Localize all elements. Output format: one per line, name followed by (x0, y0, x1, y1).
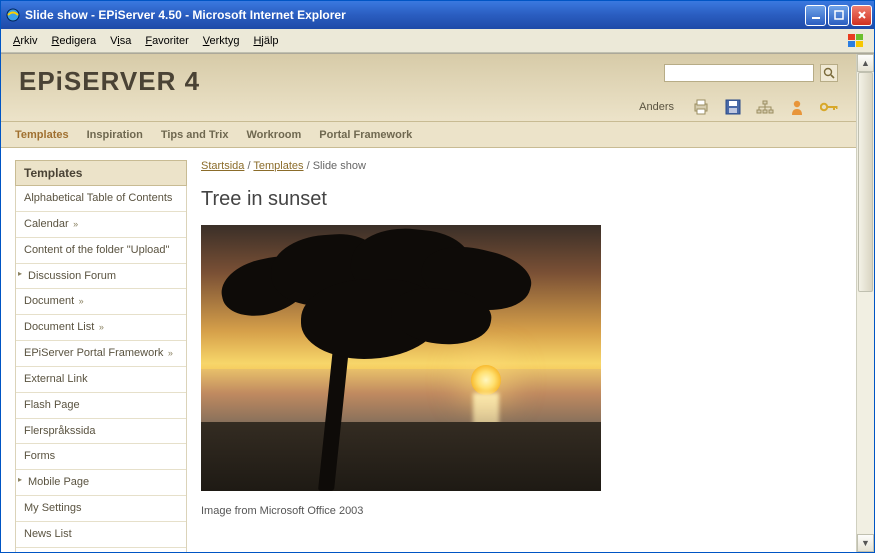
sidebar-item-label: Discussion Forum (28, 270, 116, 282)
window-titlebar: Slide show - EPiServer 4.50 - Microsoft … (1, 1, 874, 29)
viewport-wrapper: EPiSERVER 4 Anders (1, 53, 874, 552)
sidebar-item[interactable]: Mobile Page (16, 470, 186, 496)
chevron-icon: » (165, 348, 173, 358)
window-minimize-button[interactable] (805, 5, 826, 26)
nav-templates[interactable]: Templates (15, 129, 69, 141)
sidebar-item-label: Flerspråkssida (24, 425, 96, 437)
sidebar-item[interactable]: News Page (16, 548, 186, 552)
sidebar-item-label: News List (24, 528, 72, 540)
menu-arkiv[interactable]: Arkiv (7, 33, 43, 49)
content-title: Tree in sunset (201, 188, 842, 211)
sidebar-list: Alphabetical Table of Contents Calendar »… (15, 186, 187, 552)
menu-hjalp[interactable]: Hjälp (247, 33, 284, 49)
ie-icon (5, 7, 21, 23)
sidebar-item-label: EPiServer Portal Framework (24, 347, 163, 359)
sidebar-item[interactable]: Document » (16, 289, 186, 315)
breadcrumb-templates[interactable]: Templates (253, 160, 303, 172)
app-window: Slide show - EPiServer 4.50 - Microsoft … (0, 0, 875, 553)
search-input[interactable] (664, 64, 814, 82)
current-user-name: Anders (639, 101, 674, 113)
sidebar-item[interactable]: Alphabetical Table of Contents (16, 186, 186, 212)
user-tools: Anders (639, 99, 838, 115)
page: EPiSERVER 4 Anders (1, 54, 856, 552)
chevron-icon: » (76, 296, 84, 306)
chevron-icon: » (71, 219, 79, 229)
search-button[interactable] (820, 64, 838, 82)
breadcrumb: Startsida / Templates / Slide show (201, 160, 842, 172)
user-icon[interactable] (788, 99, 806, 115)
scroll-up-button[interactable]: ▲ (857, 54, 874, 72)
menu-visa[interactable]: Visa (104, 33, 137, 49)
slide-image (201, 225, 601, 491)
menu-favoriter[interactable]: Favoriter (139, 33, 194, 49)
key-icon[interactable] (820, 99, 838, 115)
sidebar-item[interactable]: Calendar » (16, 212, 186, 238)
page-viewport: EPiSERVER 4 Anders (1, 54, 856, 552)
nav-portal-framework[interactable]: Portal Framework (319, 129, 412, 141)
sidebar-item[interactable]: News List (16, 522, 186, 548)
sidebar-item[interactable]: EPiServer Portal Framework » (16, 341, 186, 367)
vertical-scrollbar[interactable]: ▲ ▼ (856, 54, 874, 552)
sidebar-item-label: Document List (24, 321, 94, 333)
nav-inspiration[interactable]: Inspiration (87, 129, 143, 141)
sidebar-item[interactable]: Document List » (16, 315, 186, 341)
window-title: Slide show - EPiServer 4.50 - Microsoft … (25, 8, 805, 22)
nav-tips-and-trix[interactable]: Tips and Trix (161, 129, 229, 141)
breadcrumb-startsida[interactable]: Startsida (201, 160, 244, 172)
sidebar-item[interactable]: Flash Page (16, 393, 186, 419)
sidebar: Templates Alphabetical Table of Contents… (15, 160, 187, 552)
sidebar-item-label: Content of the folder "Upload" (24, 244, 169, 256)
image-caption: Image from Microsoft Office 2003 (201, 505, 842, 517)
sidebar-item[interactable]: External Link (16, 367, 186, 393)
windows-logo-icon (846, 32, 868, 50)
page-body: Templates Alphabetical Table of Contents… (1, 148, 856, 552)
window-close-button[interactable] (851, 5, 872, 26)
main-content: Startsida / Templates / Slide show Tree … (201, 160, 842, 517)
sidebar-item-label: Mobile Page (28, 476, 89, 488)
print-icon[interactable] (692, 99, 710, 115)
chevron-icon: » (96, 322, 104, 332)
tool-icons (692, 99, 838, 115)
sidebar-item-label: My Settings (24, 502, 81, 514)
sidebar-item-label: Alphabetical Table of Contents (24, 192, 172, 204)
breadcrumb-current: Slide show (313, 160, 366, 172)
top-nav: Templates Inspiration Tips and Trix Work… (1, 122, 856, 148)
sidebar-item-label: Forms (24, 450, 55, 462)
save-icon[interactable] (724, 99, 742, 115)
menu-redigera[interactable]: Redigera (45, 33, 102, 49)
sidebar-item-label: Flash Page (24, 399, 80, 411)
scroll-down-button[interactable]: ▼ (857, 534, 874, 552)
sidebar-item[interactable]: Discussion Forum (16, 264, 186, 290)
window-buttons (805, 5, 872, 26)
breadcrumb-sep: / (304, 160, 313, 172)
sidebar-item[interactable]: Flerspråkssida (16, 419, 186, 445)
sitemap-icon[interactable] (756, 99, 774, 115)
scroll-thumb[interactable] (858, 72, 873, 292)
sidebar-item-label: External Link (24, 373, 88, 385)
menu-verktyg[interactable]: Verktyg (197, 33, 246, 49)
sidebar-item[interactable]: Forms (16, 444, 186, 470)
sidebar-item[interactable]: My Settings (16, 496, 186, 522)
browser-menubar: Arkiv Redigera Visa Favoriter Verktyg Hj… (1, 29, 874, 53)
sidebar-item[interactable]: Content of the folder "Upload" (16, 238, 186, 264)
window-maximize-button[interactable] (828, 5, 849, 26)
sidebar-item-label: Calendar (24, 218, 69, 230)
banner: EPiSERVER 4 Anders (1, 54, 856, 122)
search-bar (664, 64, 838, 82)
sidebar-item-label: Document (24, 295, 74, 307)
nav-workroom[interactable]: Workroom (246, 129, 301, 141)
sidebar-heading: Templates (15, 160, 187, 186)
